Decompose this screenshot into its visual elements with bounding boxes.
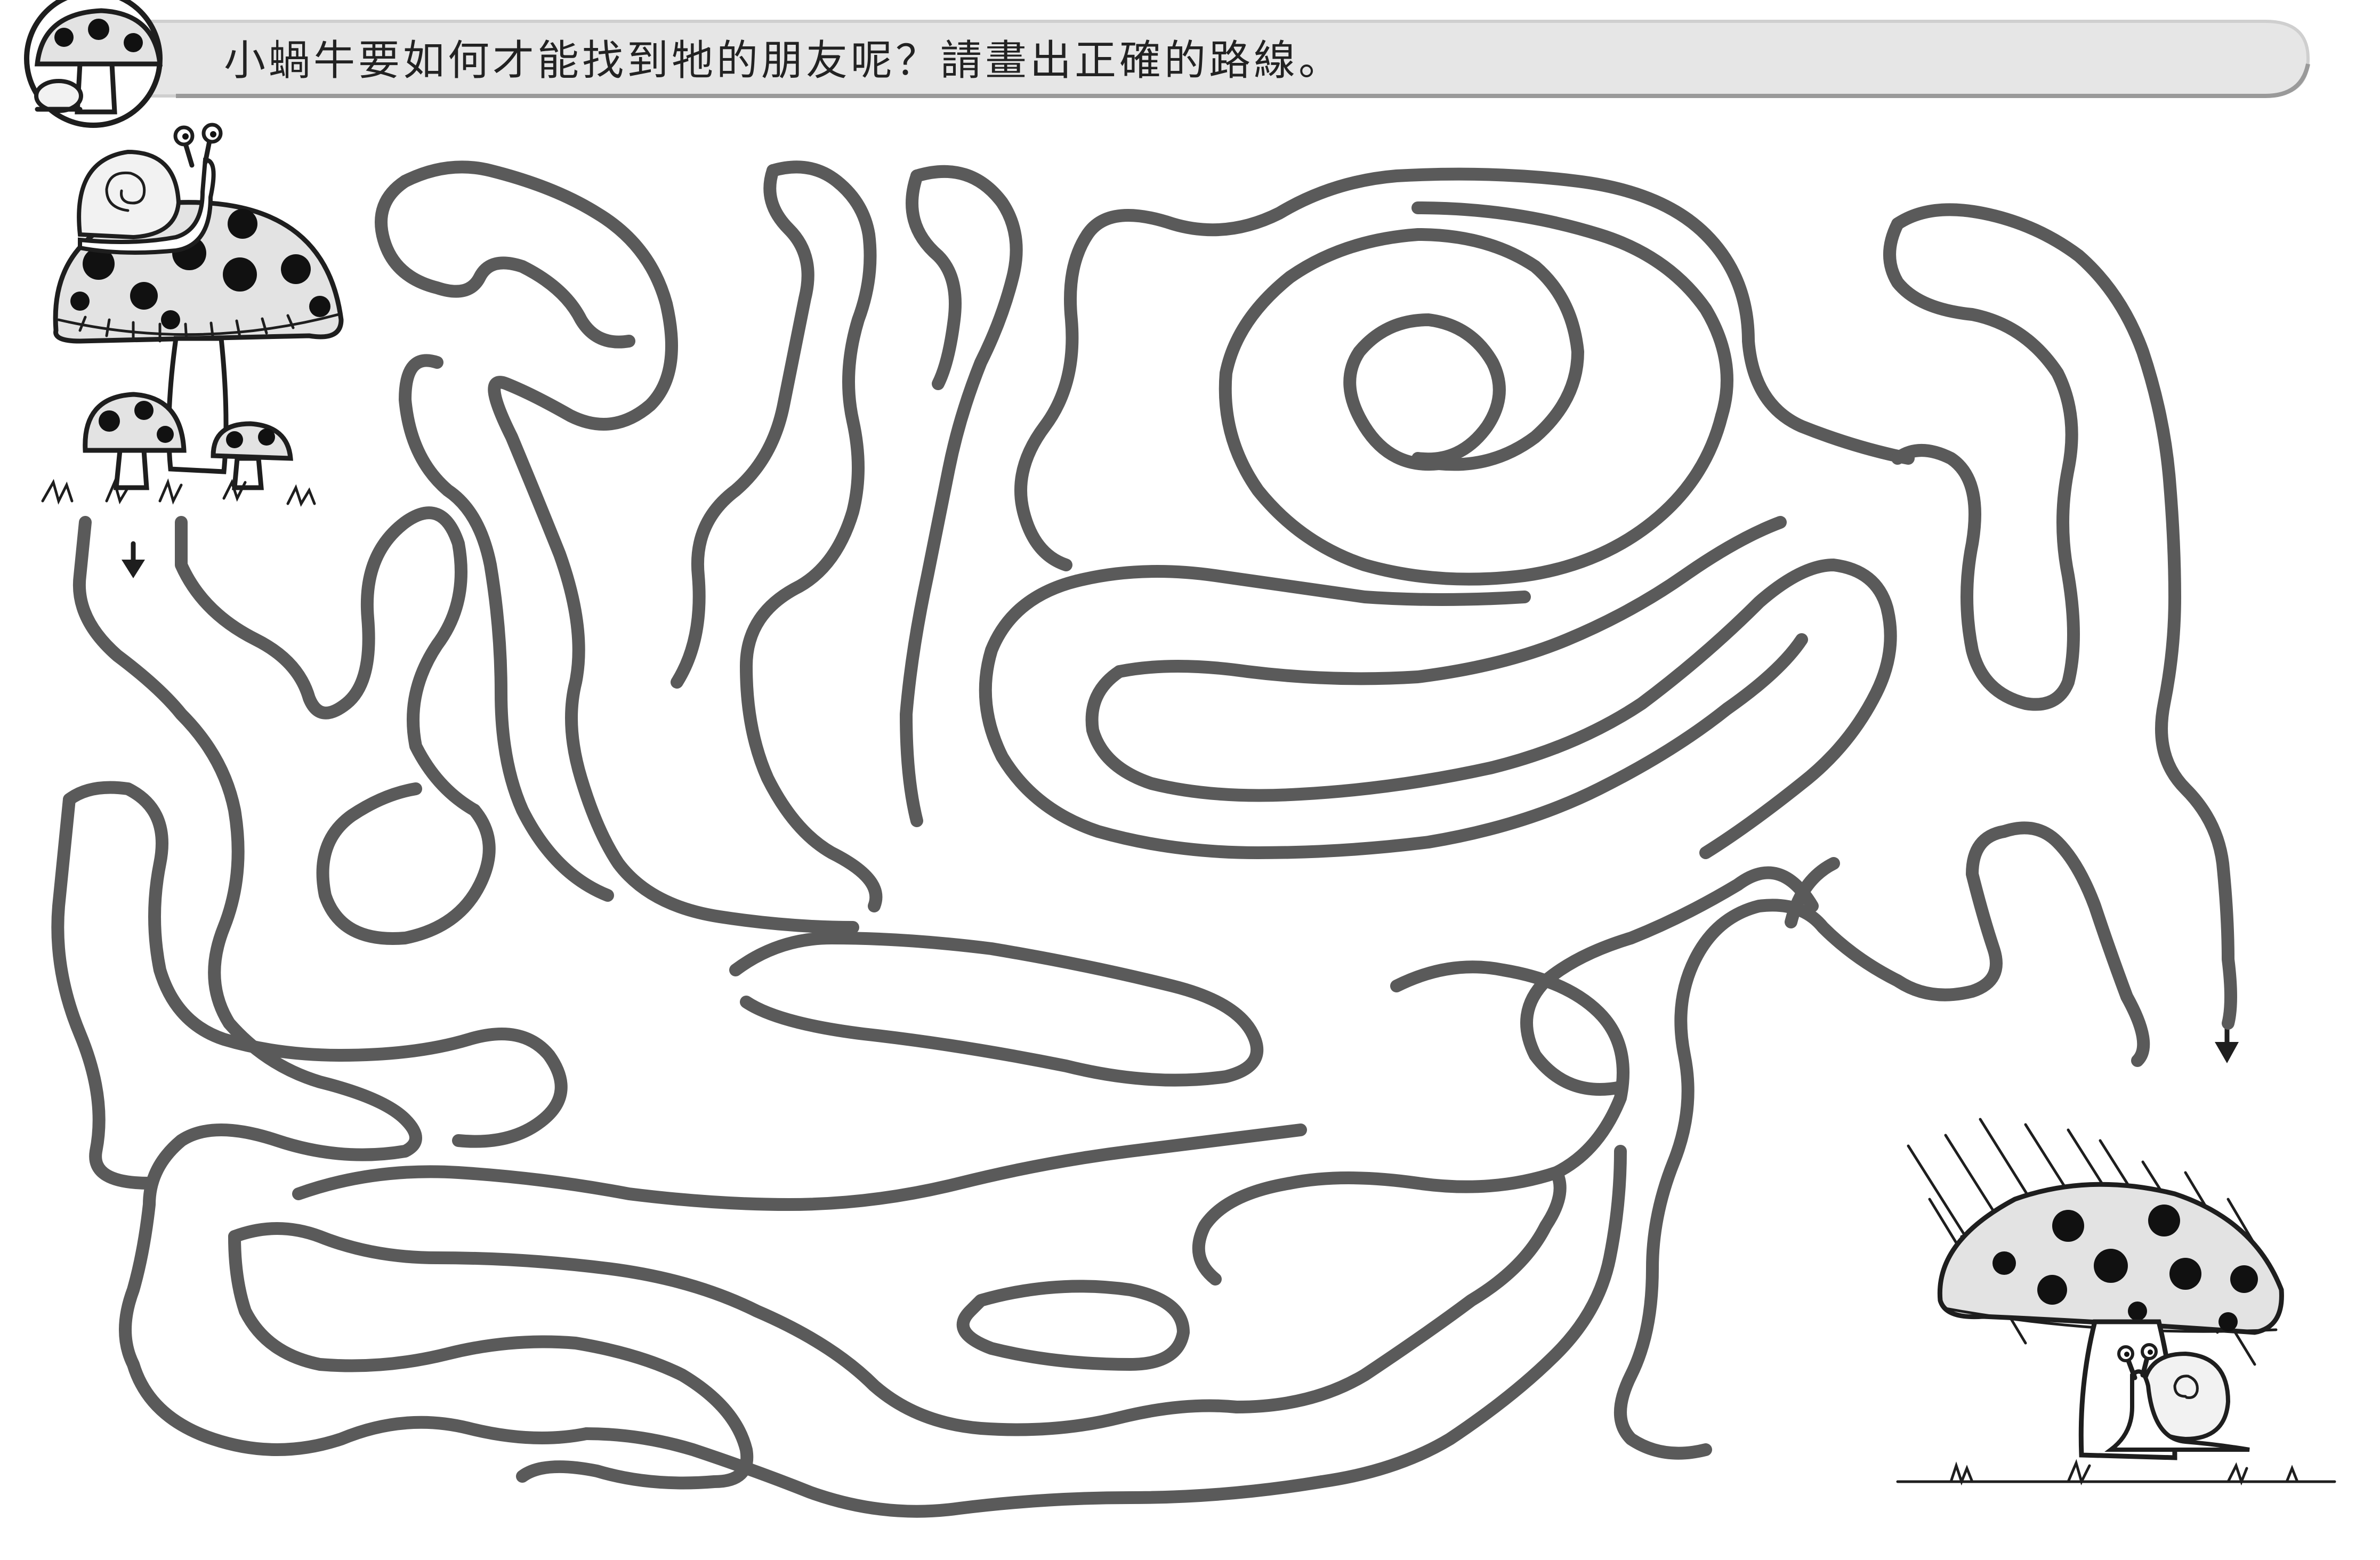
maze-wall (1192, 960, 1629, 1286)
maze-wall (979, 575, 1808, 859)
maze-wall (72, 516, 593, 1456)
maze-wall (729, 932, 1264, 1087)
maze-wall (1614, 825, 2011, 1460)
finish-snail-under-mushroom-icon (1896, 1118, 2336, 1486)
maze-wall (1998, 821, 2150, 1067)
maze-wall (580, 1427, 1328, 1518)
start-snail-on-mushroom-icon (41, 123, 344, 507)
maze-wall (906, 169, 962, 390)
maze-wall (51, 793, 156, 1190)
maze-wall (1085, 559, 1897, 859)
maze-wall (1219, 228, 1728, 586)
maze-wall (1891, 203, 2237, 1030)
maze-wall (1316, 1145, 1627, 1488)
maze-wall (292, 1123, 1307, 1211)
instruction-text: 小蝸牛要如何才能找到牠的朋友呢？請畫出正確的路線。 (224, 37, 1343, 85)
maze-wall (228, 1222, 1243, 1436)
maze-worksheet: 小蝸牛要如何才能找到牠的朋友呢？請畫出正確的路線。 (24, 0, 2336, 1518)
maze-wall (1883, 217, 2080, 711)
mushroom-badge-icon (24, 0, 163, 128)
maze-wall (1014, 228, 1094, 571)
maze-wall (1230, 1166, 1567, 1413)
maze-wall (900, 165, 1023, 827)
instruction-banner: 小蝸牛要如何才能找到牠的朋友呢？請畫出正確的路線。 (132, 20, 2310, 98)
maze[interactable] (51, 160, 2237, 1518)
maze-wall (956, 1280, 1190, 1371)
start-arrow-icon (122, 541, 145, 578)
maze-wall (1343, 313, 1506, 471)
maze-wall (671, 164, 814, 689)
